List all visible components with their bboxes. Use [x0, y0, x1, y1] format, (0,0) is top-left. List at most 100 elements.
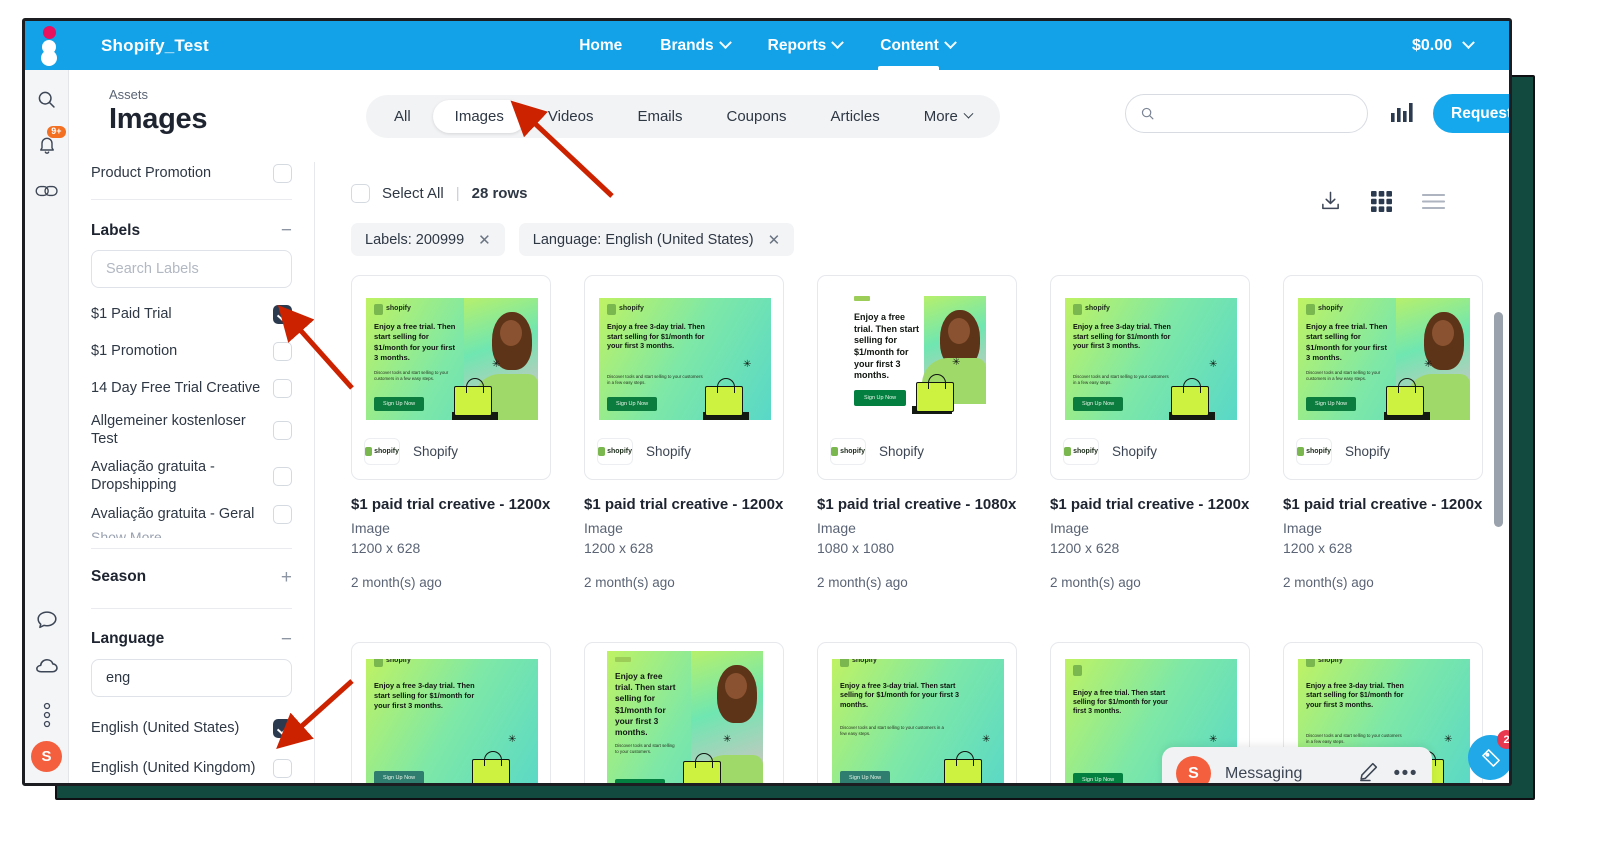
filter-checkbox[interactable]	[273, 379, 292, 398]
tab-articles[interactable]: Articles	[809, 100, 902, 133]
asset-thumbnail[interactable]: shopify Enjoy a free 3-day trial. Then s…	[817, 641, 1017, 783]
asset-dimensions: 1200 x 628	[584, 540, 654, 557]
collapse-minus-icon[interactable]: −	[281, 221, 292, 240]
filter-item-1-promotion[interactable]: $1 Promotion	[69, 333, 314, 370]
filter-item-1-paid-trial[interactable]: $1 Paid Trial	[69, 296, 314, 333]
tab-emails[interactable]: Emails	[615, 100, 704, 133]
filter-section-language-header[interactable]: Language −	[69, 616, 314, 659]
filter-item-english-united-states[interactable]: English (United States)	[69, 705, 314, 747]
tab-more[interactable]: More	[902, 100, 994, 133]
account-balance[interactable]: $0.00	[1411, 21, 1475, 70]
filter-section-labels-header[interactable]: Labels −	[69, 207, 314, 250]
filter-checkbox[interactable]	[273, 342, 292, 361]
filter-checkbox[interactable]	[273, 504, 292, 524]
search-labels-input[interactable]: Search Labels	[91, 250, 292, 288]
account-balance-amount: $0.00	[1411, 36, 1452, 54]
search-icon[interactable]	[25, 76, 69, 122]
select-all-label[interactable]: Select All	[382, 185, 444, 202]
bar-chart-icon[interactable]	[1391, 102, 1415, 127]
search-input[interactable]	[1164, 105, 1353, 122]
creative-preview: shopify Enjoy a free 3-day trial. Then s…	[599, 298, 771, 420]
filter-item-avaliacao-gratuita-dropshipping[interactable]: Avaliação gratuita - Dropshipping	[69, 453, 314, 499]
asset-thumbnail[interactable]: shopify Enjoy a free 3-day trial. Then s…	[351, 641, 551, 783]
filter-checkbox[interactable]	[273, 305, 292, 324]
filter-chip-labels[interactable]: Labels: 200999 ✕	[351, 223, 505, 256]
fab-badge: 2	[1497, 730, 1509, 749]
cloud-icon[interactable]	[25, 643, 69, 689]
tab-videos[interactable]: Videos	[526, 100, 616, 133]
asset-thumbnail[interactable]: shopify Enjoy a free 3-day trial. Then s…	[584, 275, 784, 480]
brand-logo-icon: shopify	[364, 438, 400, 465]
creative-headline: Enjoy a free 3-day trial. Then start sel…	[1306, 680, 1404, 710]
filter-checkbox[interactable]	[273, 718, 292, 738]
asset-type: Image	[584, 520, 623, 536]
language-search-input[interactable]: eng	[91, 658, 292, 697]
list-view-icon[interactable]	[1421, 193, 1446, 215]
app-logo-icon[interactable]	[25, 21, 73, 70]
filter-checkbox[interactable]	[273, 466, 292, 486]
collapse-minus-icon[interactable]: −	[281, 630, 292, 649]
close-icon[interactable]: ✕	[768, 231, 781, 249]
content-scrollbar-thumb[interactable]	[1494, 312, 1503, 527]
user-avatar[interactable]: S	[31, 741, 62, 772]
filter-checkbox[interactable]	[273, 164, 292, 183]
expand-plus-icon[interactable]: +	[281, 568, 292, 587]
filter-item-allgemeiner-kostenloser-test[interactable]: Allgemeiner kostenloser Test	[69, 407, 314, 453]
support-ticket-fab[interactable]: 2	[1468, 730, 1509, 780]
asset-brand-row: shopify Shopify	[1063, 438, 1157, 465]
pencil-icon[interactable]	[1357, 760, 1380, 784]
filter-item-product-promotion[interactable]: Product Promotion	[69, 162, 314, 192]
search-box[interactable]	[1125, 94, 1368, 133]
creative-preview: shopify Enjoy a free 3-day trial. Then s…	[832, 658, 1004, 783]
download-icon[interactable]	[1320, 190, 1341, 217]
nav-item-brands-label: Brands	[660, 37, 714, 54]
tab-emails-label: Emails	[637, 108, 683, 125]
bell-icon[interactable]: 9+	[25, 122, 69, 168]
select-all-checkbox[interactable]	[351, 184, 370, 203]
filter-checkbox[interactable]	[273, 758, 292, 778]
creative-preview: shopify Enjoy a free 3-day trial. Then s…	[366, 658, 538, 783]
asset-card[interactable]: shopify Enjoy a free 3-day trial. Then s…	[1050, 275, 1250, 590]
asset-thumbnail[interactable]: shopify Enjoy a free trial. Then start s…	[1283, 275, 1483, 480]
asset-card[interactable]: shopify Enjoy a free 3-day trial. Then s…	[351, 641, 551, 783]
request-button[interactable]: Request	[1433, 94, 1509, 133]
tab-all[interactable]: All	[372, 100, 433, 133]
filter-item-avaliacao-gratuita-geral[interactable]: Avaliação gratuita - Geral	[69, 500, 314, 527]
more-horizontal-icon[interactable]: •••	[1394, 763, 1418, 784]
asset-thumbnail[interactable]: Enjoy a free trial. Then start selling f…	[584, 641, 784, 783]
filter-section-season-header[interactable]: Season +	[69, 556, 314, 601]
brand-logo-icon: shopify	[1063, 438, 1099, 465]
asset-card[interactable]: shopify Enjoy a free trial. Then start s…	[1283, 275, 1483, 590]
asset-card[interactable]: shopify Enjoy a free 3-day trial. Then s…	[584, 275, 784, 590]
tab-images[interactable]: Images	[432, 100, 526, 133]
grid-view-icon[interactable]	[1371, 190, 1392, 217]
filter-item-14-day-free-trial-creative[interactable]: 14 Day Free Trial Creative	[69, 370, 314, 407]
asset-card[interactable]: shopify Enjoy a free trial. Then start s…	[351, 275, 551, 590]
link-chain-icon[interactable]	[25, 168, 69, 214]
tab-coupons[interactable]: Coupons	[704, 100, 808, 133]
chat-bubble-icon[interactable]	[25, 597, 69, 643]
filter-label: Avaliação gratuita - Geral	[91, 505, 255, 522]
messaging-widget[interactable]: S Messaging •••	[1162, 747, 1432, 784]
show-more-link[interactable]: Show More	[69, 527, 314, 538]
asset-card[interactable]: Enjoy a free trial. Then start selling f…	[584, 641, 784, 783]
filter-chip-language[interactable]: Language: English (United States) ✕	[518, 223, 795, 256]
asset-thumbnail[interactable]: shopify Enjoy a free 3-day trial. Then s…	[1050, 275, 1250, 480]
close-icon[interactable]: ✕	[478, 231, 491, 249]
nav-item-content[interactable]: Content	[878, 21, 957, 70]
asset-title: $1 paid trial creative - 1200x...	[1050, 496, 1250, 513]
filter-checkbox[interactable]	[273, 420, 292, 440]
chevron-down-icon	[963, 108, 974, 119]
filters-sidebar[interactable]: Product Promotion Labels − Search Labels…	[69, 162, 315, 784]
filter-label: English (United Kingdom)	[91, 759, 256, 776]
nav-item-home[interactable]: Home	[577, 21, 624, 70]
filter-item-english-united-kingdom[interactable]: English (United Kingdom)	[69, 747, 314, 784]
asset-thumbnail[interactable]: shopify Enjoy a free trial. Then start s…	[351, 275, 551, 480]
asset-thumbnail[interactable]: Enjoy a free trial. Then start selling f…	[817, 275, 1017, 480]
asset-card[interactable]: Enjoy a free trial. Then start selling f…	[817, 275, 1017, 590]
asset-title: $1 paid trial creative - 1200x...	[584, 496, 784, 513]
more-vertical-icon[interactable]	[25, 689, 69, 741]
nav-item-reports[interactable]: Reports	[766, 21, 845, 70]
nav-item-brands[interactable]: Brands	[658, 21, 732, 70]
asset-card[interactable]: shopify Enjoy a free 3-day trial. Then s…	[817, 641, 1017, 783]
